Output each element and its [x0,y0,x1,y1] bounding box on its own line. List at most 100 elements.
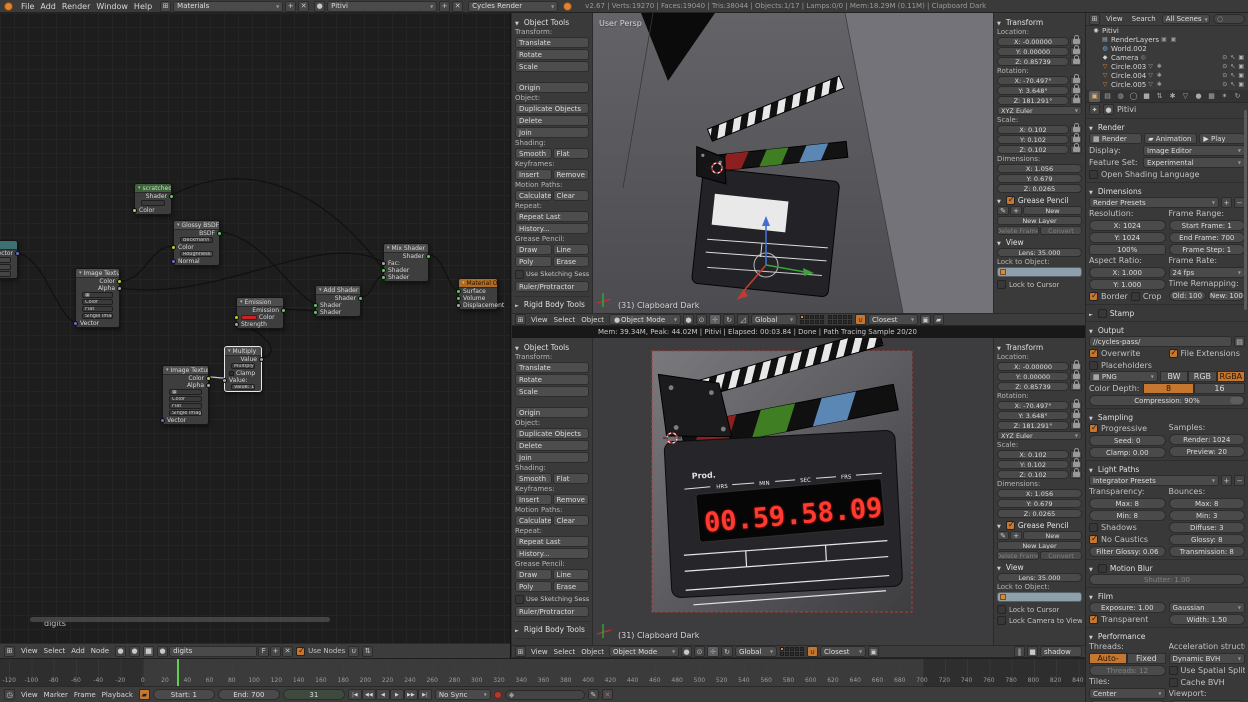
node-mapping-partial[interactable]: Vector 0.000 1.000 1.00 [0,240,18,279]
viewport-3d-bottom-rendered[interactable]: Prod. HRS MIN SEC FRS 00.59.58.09 00.59.… [593,338,993,645]
properties-tab[interactable]: ↻ [1232,91,1243,102]
shadows-checkbox[interactable] [1089,523,1098,532]
search-menu[interactable]: Search [1129,15,1159,23]
material-name-field[interactable]: digits [169,646,257,657]
tool-button[interactable]: Clear [553,515,590,526]
outliner-row[interactable]: Pitivi ⊙ ↖ ▣ [1086,26,1248,35]
viewport-3d-top[interactable]: User Persp (31) Clapboard Dark [593,13,993,313]
filter-glossy-field[interactable]: Filter Glossy: 0.06 [1089,546,1166,557]
properties-tab[interactable]: ▦ [1206,91,1217,102]
tool-button[interactable]: Poly [515,581,552,592]
cache-bvh-checkbox[interactable] [1169,678,1178,687]
transparent-checkbox[interactable] [1089,615,1098,624]
manipulator-rotate-icon[interactable]: ↻ [721,646,733,657]
name-filter-field[interactable]: shadow [1040,646,1082,657]
file-format-select[interactable]: ▦ PNG [1089,371,1158,382]
shader-world-icon[interactable]: ● [129,646,140,657]
tool-button[interactable]: Rotate [515,374,589,385]
add-material-icon[interactable]: + [270,646,281,657]
tool-button[interactable]: Origin [515,407,589,418]
lock-icon[interactable] [1070,382,1082,391]
tool-button[interactable]: Poly [515,256,552,267]
threads-count-field[interactable]: Threads: 12 [1089,665,1166,676]
integrator-presets-select[interactable]: Integrator Presets [1089,475,1219,486]
stamp-checkbox[interactable] [1098,309,1107,318]
node-emission[interactable]: Emission Emission Color Strength [236,297,284,329]
panel-header-film[interactable]: Film [1089,590,1245,602]
menu-item[interactable]: View [18,647,41,655]
layers-grid[interactable] [780,647,804,656]
playback-button[interactable]: ▶ [390,689,404,700]
layers-grid[interactable] [800,315,824,324]
tool-button[interactable]: Smooth [515,473,552,484]
tool-button[interactable]: Duplicate Objects [515,103,589,114]
outliner-search-field[interactable]: ○ [1213,14,1245,24]
socket-emission-out[interactable] [281,308,286,313]
menu-item[interactable]: Object [578,648,607,656]
exposure-field[interactable]: Exposure: 1.00 [1089,602,1166,613]
render-opengl-anim-icon[interactable]: ▰ [933,314,944,325]
start-frame-field[interactable]: Start Frame: 1 [1169,220,1246,231]
horizontal-scrollbar[interactable] [30,617,330,622]
frame-rate-select[interactable]: 24 fps [1169,267,1246,278]
editor-type-icon[interactable]: ⊞ [515,646,526,657]
mode-select[interactable]: Object Mode [609,646,679,657]
tool-button[interactable]: Delete [515,115,589,126]
lock-icon[interactable] [1070,57,1082,66]
unlink-material-icon[interactable]: ✕ [282,646,293,657]
viewport-shading-icon[interactable]: ● [681,646,692,657]
manipulator-rotate-icon[interactable]: ↻ [723,314,735,325]
dimension-field[interactable]: X: 1.056 [997,164,1082,173]
node-mix-shader[interactable]: Mix Shader Shader Fac: Shader Shader [383,243,429,282]
tool-button[interactable]: Calculate [515,515,552,526]
gp-convert-button[interactable]: Convert [1040,551,1082,560]
rotation-field[interactable]: X: -70.497° [997,401,1069,410]
view-menu[interactable]: View [1103,15,1126,23]
transparency-max-field[interactable]: Max: 8 [1089,498,1166,509]
socket-vector-in[interactable] [73,321,78,326]
add-preset-icon[interactable]: + [1221,197,1232,208]
panel-header-sampling[interactable]: Sampling [1089,411,1245,423]
node-math-multiply[interactable]: Multiply Value Multiply Clamp Value: Val… [224,346,262,392]
dimension-field[interactable]: X: 1.056 [997,489,1082,498]
end-frame-field[interactable]: End Frame: 700 [1169,232,1246,243]
tool-button[interactable]: Line [553,244,590,255]
scale-field[interactable]: Y: 0.102 [997,460,1069,469]
properties-tab[interactable]: ⇅ [1154,91,1165,102]
snap-element-select[interactable]: Closest [820,646,866,657]
playback-button[interactable]: |◀ [348,689,362,700]
pivot-point-icon[interactable]: ⊙ [694,646,705,657]
tool-button[interactable]: Smooth [515,148,552,159]
rotation-field[interactable]: X: -70.497° [997,76,1069,85]
select-arrow-icon[interactable]: ↖ [1230,54,1235,61]
transform-orientation-select[interactable]: Global [735,646,777,657]
tool-button[interactable]: Calculate [515,190,552,201]
socket-alpha-out[interactable] [206,383,211,388]
start-frame-field[interactable]: Start: 1 [153,689,215,700]
node-group-scratched[interactable]: scratched Shader Color [134,183,172,215]
image-datablock-field[interactable]: ▦ [82,292,113,298]
socket-color-out[interactable] [117,279,122,284]
socket-normal-in[interactable] [171,259,176,264]
render-presets-select[interactable]: Render Presets [1089,197,1219,208]
camera-render-toggle-icon[interactable]: ▣ [1238,63,1244,70]
image-datablock-field[interactable]: ▦ [169,389,202,395]
rgb-button[interactable]: RGB [1188,371,1216,382]
no-caustics-checkbox[interactable] [1089,535,1098,544]
frame-step-field[interactable]: Frame Step: 1 [1169,244,1246,255]
camera-render-toggle-icon[interactable]: ▣ [1238,72,1244,79]
scale-field[interactable]: Z: 0.102 [997,470,1069,479]
editor-type-icon[interactable]: ⊞ [4,646,15,657]
clamp-checkbox[interactable] [229,371,234,376]
properties-tab[interactable]: ▣ [1089,91,1100,102]
outliner-row[interactable]: World.002 ⊙ ↖ ▣ [1086,44,1248,53]
bounces-max-field[interactable]: Max: 8 [1169,498,1246,509]
tool-button[interactable]: Erase [553,256,590,267]
close-layout-icon[interactable]: ✕ [298,1,309,12]
socket-strength-in[interactable] [234,322,239,327]
layers-grid[interactable] [828,315,852,324]
socket-vector-in[interactable] [160,418,165,423]
socket-volume-in[interactable] [456,296,461,301]
lock-to-cursor-checkbox[interactable] [997,605,1006,614]
tool-button[interactable]: Scale [515,386,589,397]
